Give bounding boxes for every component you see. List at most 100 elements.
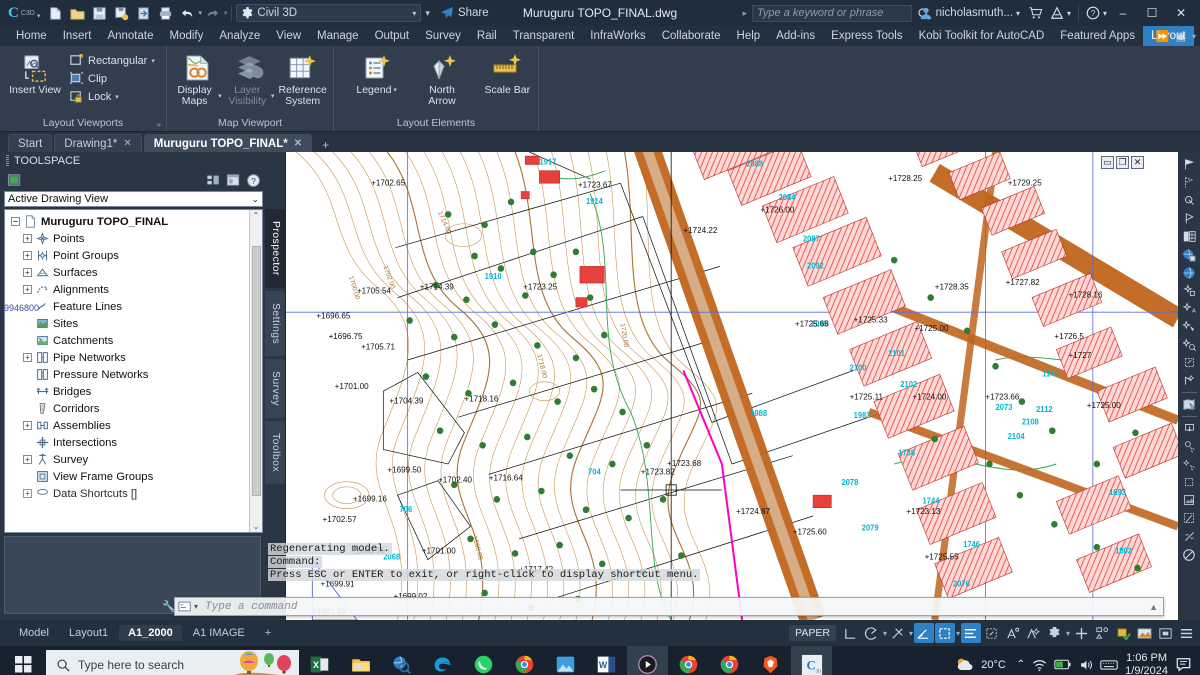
tree-node-bridges[interactable]: Bridges	[9, 383, 249, 400]
new-icon[interactable]	[45, 3, 65, 23]
volume-icon[interactable]	[1078, 658, 1093, 672]
taskbar-app-chrome-2[interactable]	[668, 646, 709, 675]
select-feature-icon[interactable]	[1180, 156, 1198, 173]
chevron-down-icon[interactable]: ▾	[151, 57, 155, 65]
save-as-icon[interactable]	[111, 3, 131, 23]
raster-insert-icon[interactable]	[1180, 438, 1198, 455]
map-query-icon[interactable]	[1180, 396, 1198, 413]
qat-dropdown-icon[interactable]: ▾	[37, 12, 41, 20]
isolate-objects-icon[interactable]	[1092, 623, 1112, 643]
search-area[interactable]: ▸ Type a keyword or phrase	[742, 4, 930, 22]
rectangular-button[interactable]: Rectangular ▾	[67, 52, 159, 69]
ribbon-tab-help[interactable]: Help	[729, 26, 769, 46]
plot-icon[interactable]	[155, 3, 175, 23]
scroll-down-icon[interactable]: ⌄	[253, 522, 260, 531]
transparency-icon[interactable]	[960, 623, 981, 643]
data-table-icon[interactable]	[1180, 228, 1198, 245]
redo-icon[interactable]	[203, 3, 223, 23]
command-input[interactable]: Type a command	[201, 601, 1144, 613]
tree-node-root[interactable]: − Muruguru TOPO_FINAL	[9, 213, 249, 230]
create-point-icon[interactable]	[1180, 282, 1198, 299]
help-icon[interactable]: ?	[1086, 6, 1100, 20]
taskbar-app-media-player[interactable]	[627, 646, 668, 675]
expander-icon[interactable]: +	[23, 489, 32, 498]
chevron-down-icon[interactable]: ▾	[393, 85, 397, 96]
ortho-icon[interactable]	[841, 623, 861, 643]
undo-dropdown-icon[interactable]: ▾	[198, 9, 202, 17]
new-tab-button[interactable]: +	[314, 138, 337, 152]
select-radius-icon[interactable]	[1180, 192, 1198, 209]
lineweight-icon[interactable]	[934, 623, 955, 643]
chevron-down-icon[interactable]: ▾	[909, 629, 913, 638]
scroll-thumb[interactable]	[251, 246, 261, 496]
start-icon[interactable]	[0, 646, 46, 675]
workspace-settings-icon[interactable]: ▾	[425, 8, 430, 19]
insert-view-button[interactable]: Insert View	[6, 49, 64, 96]
expander-icon[interactable]: +	[23, 421, 32, 430]
tree-node-points[interactable]: + Points	[9, 230, 249, 247]
maximize-button[interactable]: ☐	[1139, 1, 1165, 25]
taskbar-app-word[interactable]: W	[586, 646, 627, 675]
ribbon-tab-manage[interactable]: Manage	[309, 26, 367, 46]
selection-cycling-icon[interactable]	[982, 623, 1002, 643]
chevron-down-icon[interactable]: ▾	[194, 602, 198, 611]
scroll-up-icon[interactable]: ⌃	[253, 211, 260, 220]
clean-screen-icon[interactable]	[1134, 623, 1154, 643]
chevron-down-icon[interactable]: ▾	[883, 629, 887, 638]
ribbon-tab-survey[interactable]: Survey	[417, 26, 469, 46]
select-polygon-icon[interactable]	[1180, 174, 1198, 191]
tree-node-data-shortcuts[interactable]: + Data Shortcuts []	[9, 485, 249, 502]
image-adjust-icon[interactable]	[1180, 492, 1198, 509]
panorama-icon[interactable]	[203, 171, 223, 189]
help-dropdown-icon[interactable]: ▾	[1103, 9, 1107, 18]
expander-icon[interactable]: −	[11, 217, 20, 226]
command-line[interactable]: ▾ Type a command ▲	[174, 597, 1164, 616]
autoscale-icon[interactable]	[1024, 623, 1044, 643]
raster-tools-icon[interactable]	[1180, 456, 1198, 473]
annotation-visibility-icon[interactable]	[1003, 623, 1023, 643]
tree-node-view-frame-groups[interactable]: View Frame Groups	[9, 468, 249, 485]
scale-bar-button[interactable]: Scale Bar	[483, 49, 532, 96]
chevron-down-icon[interactable]: ▾	[218, 91, 222, 102]
tree-node-sites[interactable]: Sites	[9, 315, 249, 332]
tree-node-feature-lines[interactable]: Feature Lines	[9, 298, 249, 315]
ribbon-tab-addins[interactable]: Add-ins	[768, 26, 823, 46]
ribbon-tab-analyze[interactable]: Analyze	[211, 26, 268, 46]
layout-tab-model[interactable]: Model	[10, 625, 58, 641]
dialog-launcher-icon[interactable]: »	[157, 117, 161, 132]
point-select-icon[interactable]	[1180, 318, 1198, 335]
expander-icon[interactable]: +	[23, 234, 32, 243]
ribbon-tab-view[interactable]: View	[268, 26, 309, 46]
palette-grip[interactable]	[6, 155, 9, 166]
avatar[interactable]	[919, 6, 933, 20]
restore-icon[interactable]: ▭	[1101, 156, 1114, 169]
otrack-icon[interactable]	[913, 623, 934, 643]
toolspace-tab-settings[interactable]: Settings	[265, 290, 285, 356]
search-input[interactable]: Type here to search	[46, 650, 299, 675]
annotation-scale-icon[interactable]	[1045, 623, 1065, 643]
open-icon[interactable]	[67, 3, 87, 23]
ribbon-tab-modify[interactable]: Modify	[162, 26, 212, 46]
toolspace-tab-toolbox[interactable]: Toolbox	[265, 421, 285, 485]
toolspace-tab-prospector[interactable]: Prospector	[265, 209, 285, 288]
ribbon-tab-transparent[interactable]: Transparent	[505, 26, 583, 46]
expander-icon[interactable]: +	[23, 285, 32, 294]
display-maps-button[interactable]: Display Maps ▾	[173, 49, 222, 107]
tree-node-surfaces[interactable]: + Surfaces	[9, 264, 249, 281]
chevron-down-icon[interactable]: ▾	[1192, 32, 1196, 41]
fullscreen-icon[interactable]	[1155, 623, 1175, 643]
keyboard-icon[interactable]	[1100, 659, 1118, 671]
close-icon[interactable]: ✕	[1131, 156, 1144, 169]
taskbar-app-excel[interactable]: X	[299, 646, 340, 675]
taskbar-app-brave[interactable]	[750, 646, 791, 675]
expander-icon[interactable]: +	[23, 251, 32, 260]
legend-button[interactable]: Legend ▾	[352, 49, 401, 96]
no-image-icon[interactable]	[1180, 546, 1198, 563]
toggle-tree-icon[interactable]	[4, 171, 24, 189]
taskbar-app-edge[interactable]	[422, 646, 463, 675]
share-button[interactable]: Share	[440, 6, 489, 20]
toolspace-tab-survey[interactable]: Survey	[265, 358, 285, 419]
command-expand-icon[interactable]: ▲	[1144, 602, 1163, 612]
image-line-icon[interactable]	[1180, 528, 1198, 545]
reference-system-button[interactable]: Reference System	[278, 49, 327, 107]
